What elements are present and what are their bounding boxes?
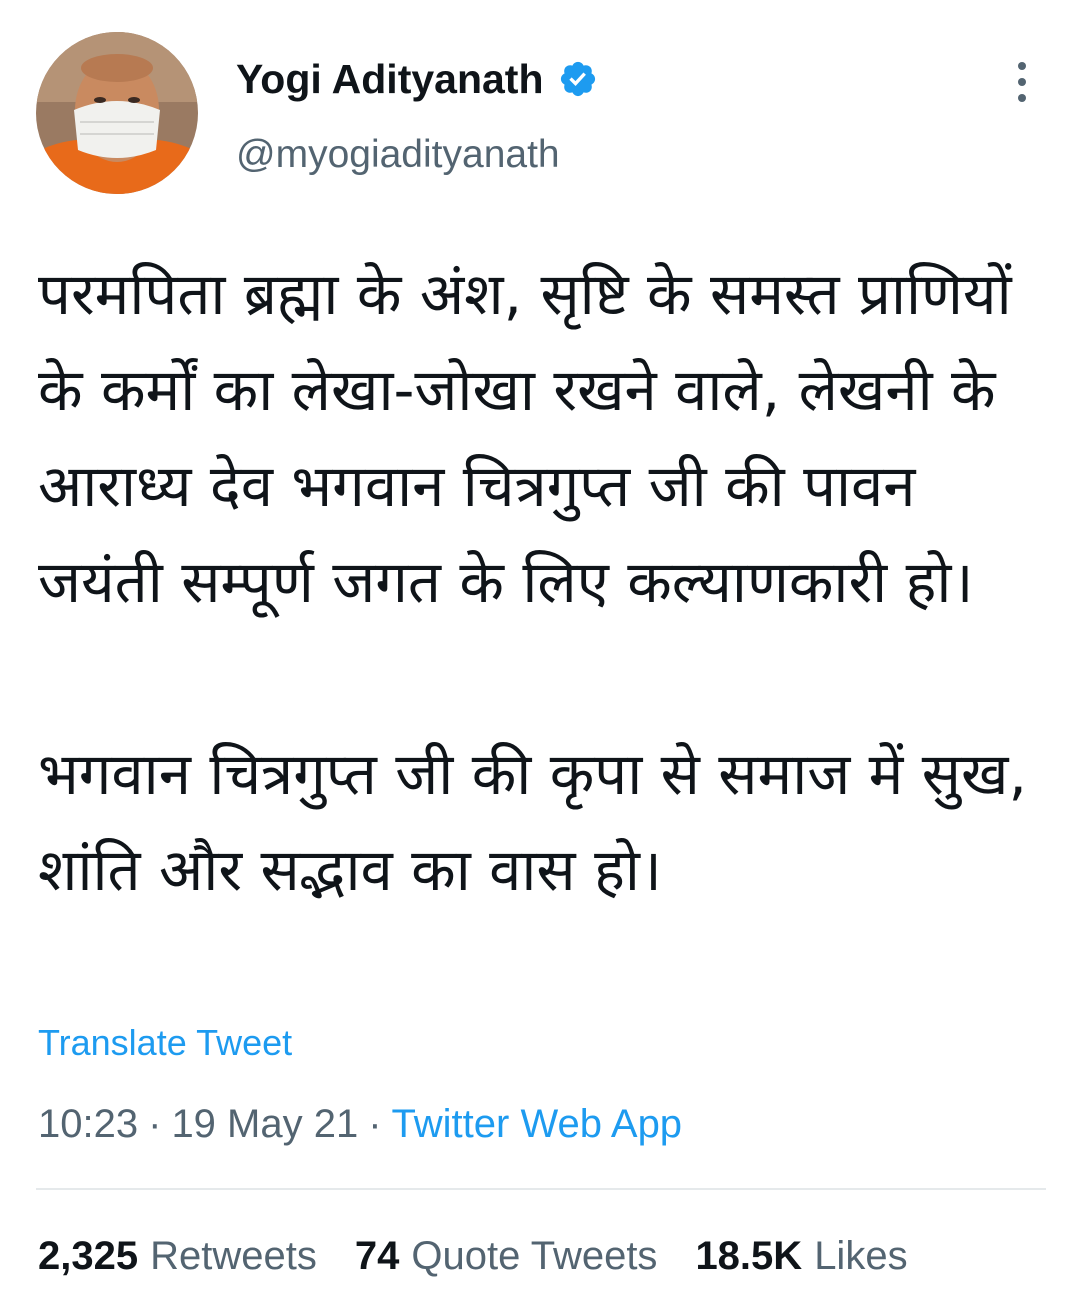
tweet-paragraph: भगवान चित्रगुप्त जी की कृपा से समाज में … bbox=[38, 740, 1027, 904]
retweets-label: Retweets bbox=[150, 1234, 317, 1278]
meta-separator: · bbox=[148, 1102, 162, 1146]
quote-tweets-label: Quote Tweets bbox=[411, 1234, 658, 1278]
more-dot bbox=[1018, 94, 1026, 102]
tweet-paragraph: परमपिता ब्रह्मा के अंश, सृष्टि के समस्त … bbox=[38, 260, 1012, 616]
meta-separator: · bbox=[368, 1102, 382, 1146]
tweet-date[interactable]: 19 May 21 bbox=[171, 1102, 358, 1146]
author-handle[interactable]: @myogiadityanath bbox=[236, 130, 560, 180]
verified-badge-icon bbox=[558, 59, 598, 99]
divider bbox=[36, 1188, 1046, 1190]
engagement-stats: 2,325 Retweets 74 Quote Tweets 18.5K Likes bbox=[38, 1228, 946, 1284]
likes-count: 18.5K bbox=[695, 1234, 803, 1278]
tweet-text: परमपिता ब्रह्मा के अंश, सृष्टि के समस्त … bbox=[38, 246, 1048, 918]
more-dot bbox=[1018, 78, 1026, 86]
tweet-time[interactable]: 10:23 bbox=[38, 1102, 138, 1146]
likes-stat[interactable]: 18.5K Likes bbox=[695, 1228, 907, 1284]
author-name-row[interactable]: Yogi Adityanath bbox=[236, 54, 598, 104]
translate-tweet-link[interactable]: Translate Tweet bbox=[38, 1018, 292, 1068]
tweet-source-link[interactable]: Twitter Web App bbox=[392, 1102, 683, 1146]
likes-label: Likes bbox=[814, 1234, 908, 1278]
display-name: Yogi Adityanath bbox=[236, 56, 544, 102]
tweet-header: Yogi Adityanath @myogiadityanath bbox=[0, 0, 1080, 200]
quote-tweets-stat[interactable]: 74 Quote Tweets bbox=[355, 1228, 658, 1284]
quote-tweets-count: 74 bbox=[354, 1234, 400, 1278]
more-vertical-icon[interactable] bbox=[1000, 56, 1044, 108]
more-dot bbox=[1018, 62, 1026, 70]
avatar[interactable] bbox=[36, 32, 198, 194]
retweets-stat[interactable]: 2,325 Retweets bbox=[38, 1228, 317, 1284]
avatar-image bbox=[36, 32, 198, 194]
tweet-metadata: 10:23 · 19 May 21 · Twitter Web App bbox=[38, 1096, 682, 1152]
retweets-count: 2,325 bbox=[38, 1234, 139, 1278]
